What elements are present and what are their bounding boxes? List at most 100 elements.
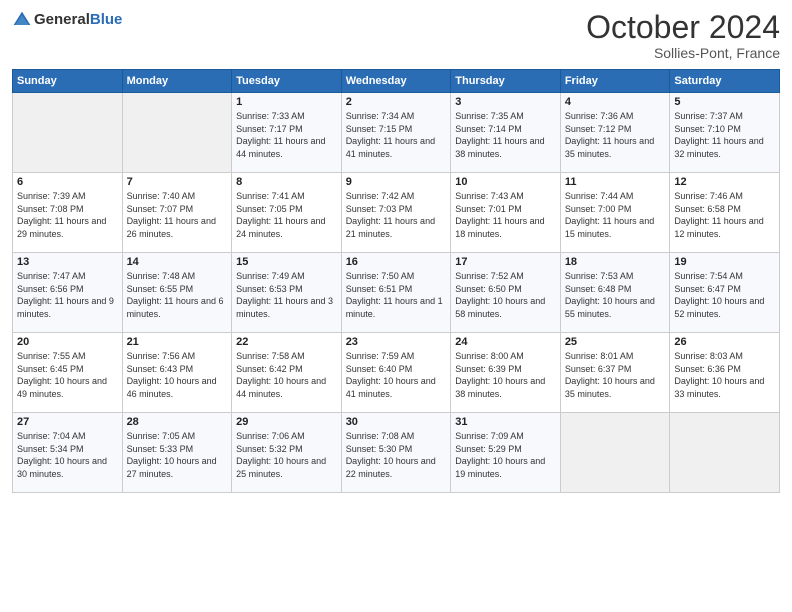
day-info: Sunrise: 7:47 AM Sunset: 6:56 PM Dayligh…	[17, 270, 118, 320]
page-container: GeneralBlue October 2024 Sollies-Pont, F…	[0, 0, 792, 612]
day-info: Sunrise: 7:50 AM Sunset: 6:51 PM Dayligh…	[346, 270, 447, 320]
day-info: Sunrise: 7:53 AM Sunset: 6:48 PM Dayligh…	[565, 270, 666, 320]
location-title: Sollies-Pont, France	[586, 45, 780, 61]
day-number: 24	[455, 336, 556, 348]
header-thursday: Thursday	[451, 70, 561, 93]
day-info: Sunrise: 7:33 AM Sunset: 7:17 PM Dayligh…	[236, 110, 337, 160]
day-number: 23	[346, 336, 447, 348]
calendar-cell: 6 Sunrise: 7:39 AM Sunset: 7:08 PM Daylig…	[13, 173, 123, 253]
logo-icon	[12, 10, 32, 30]
month-title: October 2024	[586, 10, 780, 45]
calendar-cell: 26 Sunrise: 8:03 AM Sunset: 6:36 PM Dayli…	[670, 333, 780, 413]
day-number: 15	[236, 256, 337, 268]
logo: GeneralBlue	[12, 10, 122, 30]
day-number: 16	[346, 256, 447, 268]
week-row-0: 1 Sunrise: 7:33 AM Sunset: 7:17 PM Daylig…	[13, 93, 780, 173]
calendar-cell: 9Sunrise: 7:42 AM Sunset: 7:03 PM Daylig…	[341, 173, 451, 253]
day-info: Sunrise: 7:46 AM Sunset: 6:58 PM Dayligh…	[674, 190, 775, 240]
week-row-3: 20 Sunrise: 7:55 AM Sunset: 6:45 PM Dayli…	[13, 333, 780, 413]
day-info: Sunrise: 8:01 AM Sunset: 6:37 PM Dayligh…	[565, 350, 666, 400]
day-info: Sunrise: 7:39 AM Sunset: 7:08 PM Dayligh…	[17, 190, 118, 240]
calendar-cell: 25 Sunrise: 8:01 AM Sunset: 6:37 PM Dayli…	[560, 333, 670, 413]
day-info: Sunrise: 7:09 AM Sunset: 5:29 PM Dayligh…	[455, 430, 556, 480]
day-number: 6	[17, 176, 118, 188]
day-number: 19	[674, 256, 775, 268]
day-number: 13	[17, 256, 118, 268]
calendar-cell: 19Sunrise: 7:54 AM Sunset: 6:47 PM Dayli…	[670, 253, 780, 333]
calendar-cell: 29Sunrise: 7:06 AM Sunset: 5:32 PM Dayli…	[232, 413, 342, 493]
calendar-cell: 23 Sunrise: 7:59 AM Sunset: 6:40 PM Dayli…	[341, 333, 451, 413]
calendar-cell: 3 Sunrise: 7:35 AM Sunset: 7:14 PM Daylig…	[451, 93, 561, 173]
day-number: 12	[674, 176, 775, 188]
calendar-cell: 10 Sunrise: 7:43 AM Sunset: 7:01 PM Dayli…	[451, 173, 561, 253]
header-saturday: Saturday	[670, 70, 780, 93]
calendar-cell: 20 Sunrise: 7:55 AM Sunset: 6:45 PM Dayli…	[13, 333, 123, 413]
day-info: Sunrise: 7:34 AM Sunset: 7:15 PM Dayligh…	[346, 110, 447, 160]
header-friday: Friday	[560, 70, 670, 93]
week-row-4: 27Sunrise: 7:04 AM Sunset: 5:34 PM Dayli…	[13, 413, 780, 493]
calendar-cell: 14 Sunrise: 7:48 AM Sunset: 6:55 PM Dayli…	[122, 253, 232, 333]
calendar-cell	[670, 413, 780, 493]
logo-general: General	[34, 11, 90, 28]
calendar-cell	[13, 93, 123, 173]
day-info: Sunrise: 7:48 AM Sunset: 6:55 PM Dayligh…	[127, 270, 228, 320]
calendar-cell: 1 Sunrise: 7:33 AM Sunset: 7:17 PM Daylig…	[232, 93, 342, 173]
day-info: Sunrise: 7:58 AM Sunset: 6:42 PM Dayligh…	[236, 350, 337, 400]
calendar-cell: 7Sunrise: 7:40 AM Sunset: 7:07 PM Daylig…	[122, 173, 232, 253]
calendar-cell	[560, 413, 670, 493]
calendar-cell: 12 Sunrise: 7:46 AM Sunset: 6:58 PM Dayli…	[670, 173, 780, 253]
header-sunday: Sunday	[13, 70, 123, 93]
calendar-header: Sunday Monday Tuesday Wednesday Thursday…	[13, 70, 780, 93]
day-info: Sunrise: 7:04 AM Sunset: 5:34 PM Dayligh…	[17, 430, 118, 480]
calendar-cell: 2 Sunrise: 7:34 AM Sunset: 7:15 PM Daylig…	[341, 93, 451, 173]
day-info: Sunrise: 7:55 AM Sunset: 6:45 PM Dayligh…	[17, 350, 118, 400]
day-info: Sunrise: 7:44 AM Sunset: 7:00 PM Dayligh…	[565, 190, 666, 240]
day-number: 4	[565, 96, 666, 108]
day-number: 3	[455, 96, 556, 108]
day-info: Sunrise: 7:36 AM Sunset: 7:12 PM Dayligh…	[565, 110, 666, 160]
day-info: Sunrise: 7:43 AM Sunset: 7:01 PM Dayligh…	[455, 190, 556, 240]
day-number: 9	[346, 176, 447, 188]
calendar-cell: 31 Sunrise: 7:09 AM Sunset: 5:29 PM Dayli…	[451, 413, 561, 493]
calendar-cell: 16 Sunrise: 7:50 AM Sunset: 6:51 PM Dayli…	[341, 253, 451, 333]
day-number: 8	[236, 176, 337, 188]
header-monday: Monday	[122, 70, 232, 93]
header: GeneralBlue October 2024 Sollies-Pont, F…	[12, 10, 780, 61]
day-info: Sunrise: 7:56 AM Sunset: 6:43 PM Dayligh…	[127, 350, 228, 400]
day-info: Sunrise: 7:08 AM Sunset: 5:30 PM Dayligh…	[346, 430, 447, 480]
day-number: 26	[674, 336, 775, 348]
day-number: 31	[455, 416, 556, 428]
day-info: Sunrise: 7:05 AM Sunset: 5:33 PM Dayligh…	[127, 430, 228, 480]
day-number: 10	[455, 176, 556, 188]
day-number: 21	[127, 336, 228, 348]
day-number: 14	[127, 256, 228, 268]
day-number: 22	[236, 336, 337, 348]
header-wednesday: Wednesday	[341, 70, 451, 93]
calendar-body: 1 Sunrise: 7:33 AM Sunset: 7:17 PM Daylig…	[13, 93, 780, 493]
calendar-cell: 28 Sunrise: 7:05 AM Sunset: 5:33 PM Dayli…	[122, 413, 232, 493]
day-info: Sunrise: 8:00 AM Sunset: 6:39 PM Dayligh…	[455, 350, 556, 400]
week-row-1: 6 Sunrise: 7:39 AM Sunset: 7:08 PM Daylig…	[13, 173, 780, 253]
day-info: Sunrise: 7:35 AM Sunset: 7:14 PM Dayligh…	[455, 110, 556, 160]
calendar-cell: 24 Sunrise: 8:00 AM Sunset: 6:39 PM Dayli…	[451, 333, 561, 413]
calendar-cell: 13 Sunrise: 7:47 AM Sunset: 6:56 PM Dayli…	[13, 253, 123, 333]
day-info: Sunrise: 7:49 AM Sunset: 6:53 PM Dayligh…	[236, 270, 337, 320]
day-number: 28	[127, 416, 228, 428]
calendar-cell: 4 Sunrise: 7:36 AM Sunset: 7:12 PM Daylig…	[560, 93, 670, 173]
day-info: Sunrise: 8:03 AM Sunset: 6:36 PM Dayligh…	[674, 350, 775, 400]
day-number: 25	[565, 336, 666, 348]
calendar-cell: 30Sunrise: 7:08 AM Sunset: 5:30 PM Dayli…	[341, 413, 451, 493]
day-number: 1	[236, 96, 337, 108]
calendar-cell: 21 Sunrise: 7:56 AM Sunset: 6:43 PM Dayli…	[122, 333, 232, 413]
day-number: 18	[565, 256, 666, 268]
day-number: 2	[346, 96, 447, 108]
day-number: 29	[236, 416, 337, 428]
title-block: October 2024 Sollies-Pont, France	[586, 10, 780, 61]
day-number: 7	[127, 176, 228, 188]
day-info: Sunrise: 7:59 AM Sunset: 6:40 PM Dayligh…	[346, 350, 447, 400]
calendar-cell: 22 Sunrise: 7:58 AM Sunset: 6:42 PM Dayli…	[232, 333, 342, 413]
day-number: 20	[17, 336, 118, 348]
calendar-cell: 18 Sunrise: 7:53 AM Sunset: 6:48 PM Dayli…	[560, 253, 670, 333]
calendar-cell: 5Sunrise: 7:37 AM Sunset: 7:10 PM Daylig…	[670, 93, 780, 173]
day-number: 17	[455, 256, 556, 268]
